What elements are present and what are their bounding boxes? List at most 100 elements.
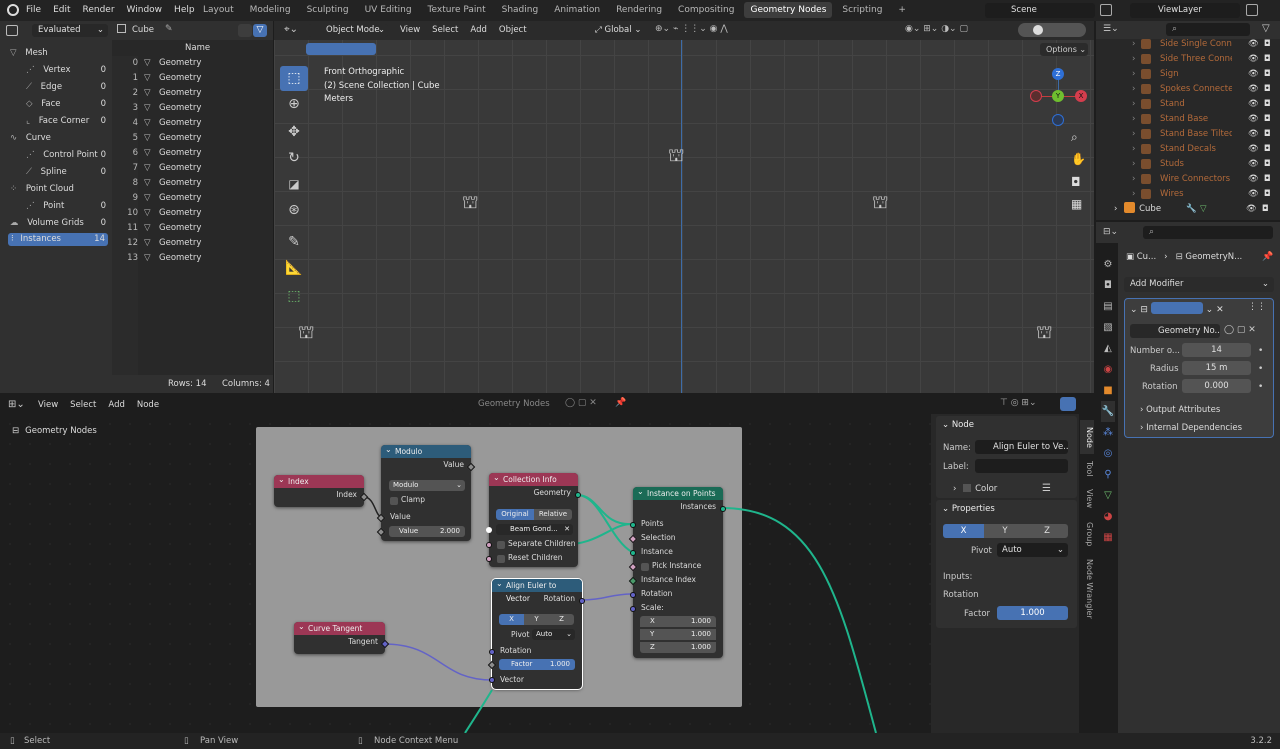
separate-children-checkbox[interactable] xyxy=(497,541,505,549)
scene-tab-icon[interactable]: ◭ xyxy=(1101,338,1115,359)
visibility-eye-icon[interactable]: 👁 xyxy=(1248,82,1259,97)
color-panel-toggle[interactable]: › Color xyxy=(953,484,997,494)
radius-field[interactable]: 15 m xyxy=(1182,361,1251,375)
properties-editor-type-icon[interactable]: ⊟⌄ xyxy=(1103,227,1118,237)
texture-tab-icon[interactable]: ▦ xyxy=(1101,527,1115,548)
visibility-eye-icon[interactable]: 👁 xyxy=(1246,202,1257,217)
index-node-header[interactable]: Index xyxy=(274,473,364,488)
render-camera-icon[interactable]: ◘ xyxy=(1264,97,1271,112)
pick-instance-checkbox[interactable] xyxy=(641,563,649,571)
add-modifier-button[interactable]: Add Modifier ⌄ xyxy=(1124,277,1274,292)
index-node[interactable]: Index Index xyxy=(274,473,369,507)
rotation-field[interactable]: 0.000 xyxy=(1182,379,1251,393)
expand-arrow-icon[interactable]: › xyxy=(1132,157,1135,172)
expand-arrow-icon[interactable]: › xyxy=(1132,82,1135,97)
world-tab-icon[interactable]: ◉ xyxy=(1101,359,1115,380)
edit-mode-icon[interactable] xyxy=(1150,302,1203,314)
expand-arrow-icon[interactable]: › xyxy=(1132,127,1135,142)
modifier-name-field[interactable]: Geometry No... xyxy=(1130,324,1220,338)
rotation-input-socket[interactable] xyxy=(489,649,495,655)
outliner-item[interactable]: › Wire Connectors 👁 ◘ xyxy=(1128,172,1278,187)
node-panel-title[interactable]: ⌄ Node xyxy=(942,420,974,430)
constraints-tab-icon[interactable]: ⚲ xyxy=(1101,464,1115,485)
data-tab-icon[interactable]: ▽ xyxy=(1101,485,1115,506)
visibility-eye-icon[interactable]: 👁 xyxy=(1248,52,1259,67)
clamp-checkbox[interactable] xyxy=(390,497,398,505)
expand-arrow-icon[interactable]: › xyxy=(1132,52,1135,67)
separate-children-socket[interactable] xyxy=(486,542,492,548)
original-toggle[interactable]: Original xyxy=(496,509,534,520)
internal-dependencies-panel[interactable]: › Internal Dependencies xyxy=(1140,423,1242,433)
view-layer-tab-icon[interactable]: ▧ xyxy=(1101,317,1115,338)
expand-arrow-icon[interactable]: › xyxy=(1132,97,1135,112)
tool-tab-icon[interactable]: ⚙ xyxy=(1101,254,1115,275)
axis-y-toggle[interactable]: Y xyxy=(524,614,549,625)
sidebar-axis-x[interactable]: X xyxy=(943,524,984,538)
instance-on-points-header[interactable]: Instance on Points xyxy=(633,485,723,500)
relative-toggle[interactable]: Relative xyxy=(534,509,572,520)
outliner-editor-type-icon[interactable]: ☰⌄ xyxy=(1103,24,1119,34)
expand-arrow-icon[interactable]: › xyxy=(1132,172,1135,187)
outliner-item[interactable]: › Side Three Conne 👁 ◘ xyxy=(1128,52,1278,67)
render-camera-icon[interactable]: ◘ xyxy=(1264,52,1271,67)
reset-children-checkbox[interactable] xyxy=(497,555,505,563)
render-camera-icon[interactable]: ◘ xyxy=(1264,127,1271,142)
scale-socket[interactable] xyxy=(630,606,636,612)
sidebar-pivot-dropdown[interactable]: Auto ⌄ xyxy=(997,543,1068,557)
outliner-filter-icon[interactable]: ▽ xyxy=(1262,23,1270,34)
instance-socket[interactable] xyxy=(630,550,636,556)
geometry-output-socket[interactable] xyxy=(575,492,581,498)
render-camera-icon[interactable]: ◘ xyxy=(1264,172,1271,187)
visibility-eye-icon[interactable]: 👁 xyxy=(1248,142,1259,157)
render-camera-icon[interactable]: ◘ xyxy=(1264,82,1271,97)
factor-field[interactable]: Factor 1.000 xyxy=(499,659,575,670)
instance-on-points-node[interactable]: Instance on Points Instances Points Sele… xyxy=(628,485,726,658)
curve-tangent-header[interactable]: Curve Tangent xyxy=(294,620,385,635)
keyframe-dot-icon[interactable]: • xyxy=(1258,382,1263,392)
color-presets-icon[interactable]: ☰ xyxy=(1042,483,1051,494)
modulo-node[interactable]: Modulo Value Modulo⌄ Clamp Value Value2.… xyxy=(376,443,476,541)
visibility-eye-icon[interactable]: 👁 xyxy=(1248,67,1259,82)
render-tab-icon[interactable]: ◘ xyxy=(1101,275,1115,296)
properties-panel-title[interactable]: ⌄ Properties xyxy=(942,504,995,514)
render-camera-icon[interactable]: ◘ xyxy=(1264,142,1271,157)
visibility-eye-icon[interactable]: 👁 xyxy=(1248,127,1259,142)
sidebar-factor-field[interactable]: 1.000 xyxy=(997,606,1068,620)
collection-info-header[interactable]: Collection Info xyxy=(489,471,578,486)
modulo-value-field[interactable]: Value 2.000 xyxy=(389,526,465,537)
visibility-eye-icon[interactable]: 👁 xyxy=(1248,97,1259,112)
output-attributes-panel[interactable]: › Output Attributes xyxy=(1140,405,1220,415)
keyframe-dot-icon[interactable]: • xyxy=(1258,346,1263,356)
render-camera-icon[interactable]: ◘ xyxy=(1264,157,1271,172)
sidebar-tab-node-wrangler[interactable]: Node Wrangler xyxy=(1080,556,1094,622)
expand-arrow-icon[interactable]: › xyxy=(1132,187,1135,202)
output-tab-icon[interactable]: ▤ xyxy=(1101,296,1115,317)
rotation-output-socket[interactable] xyxy=(579,598,585,604)
sidebar-axis-z[interactable]: Z xyxy=(1026,524,1068,538)
render-camera-icon[interactable]: ◘ xyxy=(1264,112,1271,127)
render-camera-icon[interactable]: ◘ xyxy=(1264,187,1271,202)
visibility-eye-icon[interactable]: 👁 xyxy=(1248,37,1259,52)
number-field[interactable]: 14 xyxy=(1182,343,1251,357)
outliner-item[interactable]: › Side Single Conne 👁 ◘ xyxy=(1128,37,1278,52)
sidebar-tab-tool[interactable]: Tool xyxy=(1080,456,1094,482)
collection-info-node[interactable]: Collection Info Geometry Original Relati… xyxy=(486,471,581,567)
axis-z-toggle[interactable]: Z xyxy=(549,614,574,625)
visibility-eye-icon[interactable]: 👁 xyxy=(1248,187,1259,202)
curve-tangent-node[interactable]: Curve Tangent Tangent xyxy=(294,620,390,654)
collection-socket[interactable] xyxy=(486,527,492,533)
sidebar-tab-node[interactable]: Node xyxy=(1080,420,1094,454)
scale-x-field[interactable]: X 1.000 xyxy=(640,616,716,627)
collection-field[interactable]: Beam Gond... ✕ xyxy=(496,524,573,535)
expand-arrow-icon[interactable]: › xyxy=(1132,112,1135,127)
modifier-tab-icon[interactable]: 🔧 xyxy=(1101,401,1115,422)
scale-z-field[interactable]: Z 1.000 xyxy=(640,642,716,653)
modulo-node-header[interactable]: Modulo xyxy=(381,443,471,458)
node-label-field[interactable] xyxy=(975,459,1068,473)
vector-input-socket[interactable] xyxy=(489,677,495,683)
properties-tabs-icons[interactable]: ⚙ ◘ ▤ ▧ ◭ ◉ ■ 🔧 ⁂ ◎ ⚲ ▽ ◕ ▦ xyxy=(1101,254,1115,548)
sidebar-tab-group[interactable]: Group xyxy=(1080,518,1094,550)
outliner-item-cube[interactable]: › Cube 🔧 ▽ 👁 ◘ xyxy=(1114,202,1278,217)
physics-tab-icon[interactable]: ◎ xyxy=(1101,443,1115,464)
outliner-item[interactable]: › Wires 👁 ◘ xyxy=(1128,187,1278,202)
